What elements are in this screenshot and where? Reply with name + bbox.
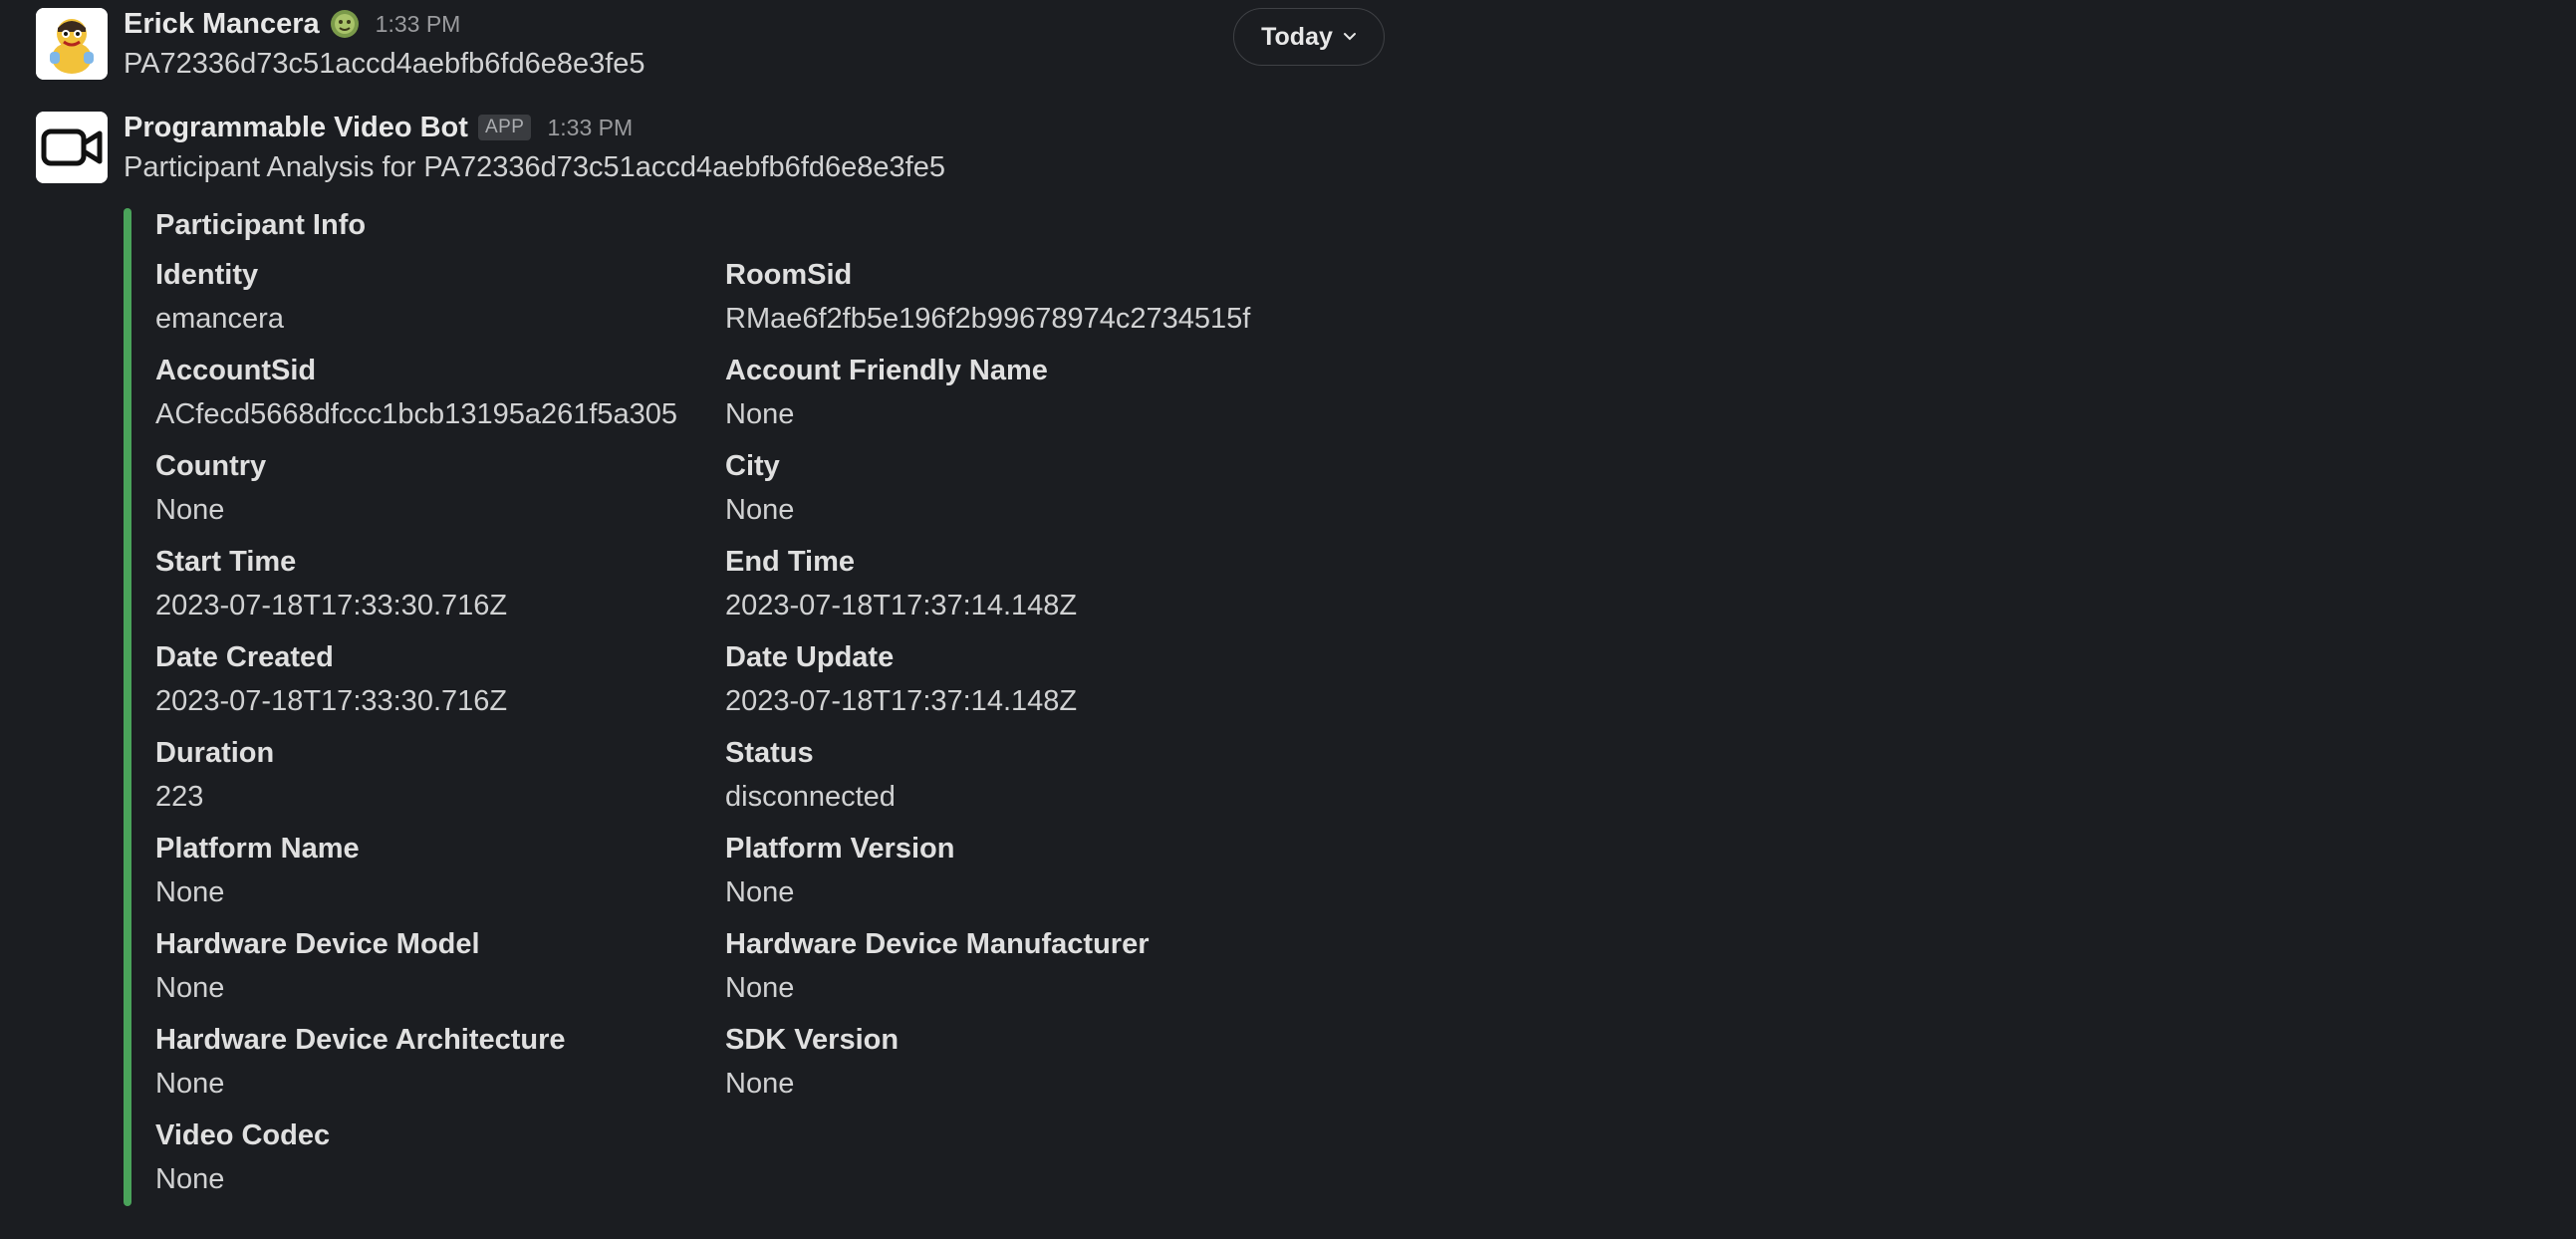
sender-name[interactable]: Programmable Video Bot xyxy=(124,112,468,144)
field-label: Identity xyxy=(155,259,259,291)
field-label: Country xyxy=(155,450,267,482)
field-label: End Time xyxy=(725,546,855,578)
sender-name[interactable]: Erick Mancera xyxy=(124,8,320,41)
attachment-field: Platform Name None xyxy=(155,827,360,914)
field-value: None xyxy=(155,1068,225,1100)
field-label: Platform Version xyxy=(725,833,955,865)
attachment-field: Hardware Device Architecture None xyxy=(155,1018,566,1106)
message-text: PA72336d73c51accd4aebfb6fd6e8e3fe5 xyxy=(124,48,645,80)
attachment-field: Identity emancera xyxy=(155,253,284,341)
field-value: None xyxy=(155,494,225,526)
field-value: None xyxy=(725,398,795,430)
attachment-field: Video Codec None xyxy=(155,1114,330,1201)
field-label: Hardware Device Architecture xyxy=(155,1024,566,1056)
field-value: RMae6f2fb5e196f2b99678974c2734515f xyxy=(725,303,1251,335)
message-timestamp[interactable]: 1:33 PM xyxy=(547,115,633,141)
field-label: Account Friendly Name xyxy=(725,355,1048,386)
attachment-field: Platform Version None xyxy=(725,827,954,914)
field-label: Platform Name xyxy=(155,833,360,865)
field-label: RoomSid xyxy=(725,259,853,291)
attachment-field: City None xyxy=(725,444,794,532)
attachment-field: End Time 2023-07-18T17:37:14.148Z xyxy=(725,540,1077,627)
field-value: 2023-07-18T17:37:14.148Z xyxy=(725,685,1078,717)
attachment-field: Duration 223 xyxy=(155,731,274,819)
date-divider-label: Today xyxy=(1261,22,1333,51)
attachment-field: RoomSid RMae6f2fb5e196f2b99678974c2734515… xyxy=(725,253,1250,341)
attachment-field: AccountSid ACfecd5668dfccc1bcb13195a261f5… xyxy=(155,349,677,436)
field-label: Status xyxy=(725,737,814,769)
attachment-field: Date Update 2023-07-18T17:37:14.148Z xyxy=(725,635,1077,723)
attachment-accent-bar xyxy=(124,208,131,1206)
field-value: 2023-07-18T17:33:30.716Z xyxy=(155,685,508,717)
field-value: None xyxy=(725,1068,795,1100)
bot-avatar[interactable] xyxy=(36,112,108,183)
field-value: None xyxy=(725,494,795,526)
attachment-field: Hardware Device Manufacturer None xyxy=(725,922,1150,1010)
attachment-field: Start Time 2023-07-18T17:33:30.716Z xyxy=(155,540,507,627)
user-avatar[interactable] xyxy=(36,8,108,80)
field-label: Date Created xyxy=(155,641,334,673)
field-label: Start Time xyxy=(155,546,297,578)
field-value: 2023-07-18T17:37:14.148Z xyxy=(725,590,1078,621)
field-value: None xyxy=(155,972,225,1004)
cartoon-character-icon xyxy=(36,8,108,80)
attachment-field: SDK Version None xyxy=(725,1018,899,1106)
attachment-field: Status disconnected xyxy=(725,731,896,819)
field-label: Duration xyxy=(155,737,275,769)
field-value: None xyxy=(725,876,795,908)
field-label: Hardware Device Model xyxy=(155,928,480,960)
field-value: ACfecd5668dfccc1bcb13195a261f5a305 xyxy=(155,398,678,430)
field-label: Date Update xyxy=(725,641,895,673)
app-badge: APP xyxy=(477,115,532,140)
message-timestamp[interactable]: 1:33 PM xyxy=(376,11,461,38)
field-value: None xyxy=(725,972,795,1004)
attachment-field: Hardware Device Model None xyxy=(155,922,480,1010)
attachment-title: Participant Info xyxy=(155,209,367,241)
field-label: Hardware Device Manufacturer xyxy=(725,928,1150,960)
field-label: SDK Version xyxy=(725,1024,900,1056)
chevron-down-icon xyxy=(1343,33,1356,41)
attachment-field: Account Friendly Name None xyxy=(725,349,1048,436)
field-label: AccountSid xyxy=(155,355,317,386)
status-emoji-icon[interactable] xyxy=(330,9,360,39)
video-camera-icon xyxy=(36,112,108,183)
field-label: City xyxy=(725,450,780,482)
field-value: 223 xyxy=(155,781,204,813)
date-divider-today-button[interactable]: Today xyxy=(1233,8,1385,66)
field-value: None xyxy=(155,876,225,908)
attachment-field: Country None xyxy=(155,444,266,532)
field-label: Video Codec xyxy=(155,1119,331,1151)
message-text: Participant Analysis for PA72336d73c51ac… xyxy=(124,151,945,183)
attachment-field: Date Created 2023-07-18T17:33:30.716Z xyxy=(155,635,507,723)
field-value: 2023-07-18T17:33:30.716Z xyxy=(155,590,508,621)
field-value: disconnected xyxy=(725,781,896,813)
field-value: None xyxy=(155,1163,225,1195)
field-value: emancera xyxy=(155,303,284,335)
